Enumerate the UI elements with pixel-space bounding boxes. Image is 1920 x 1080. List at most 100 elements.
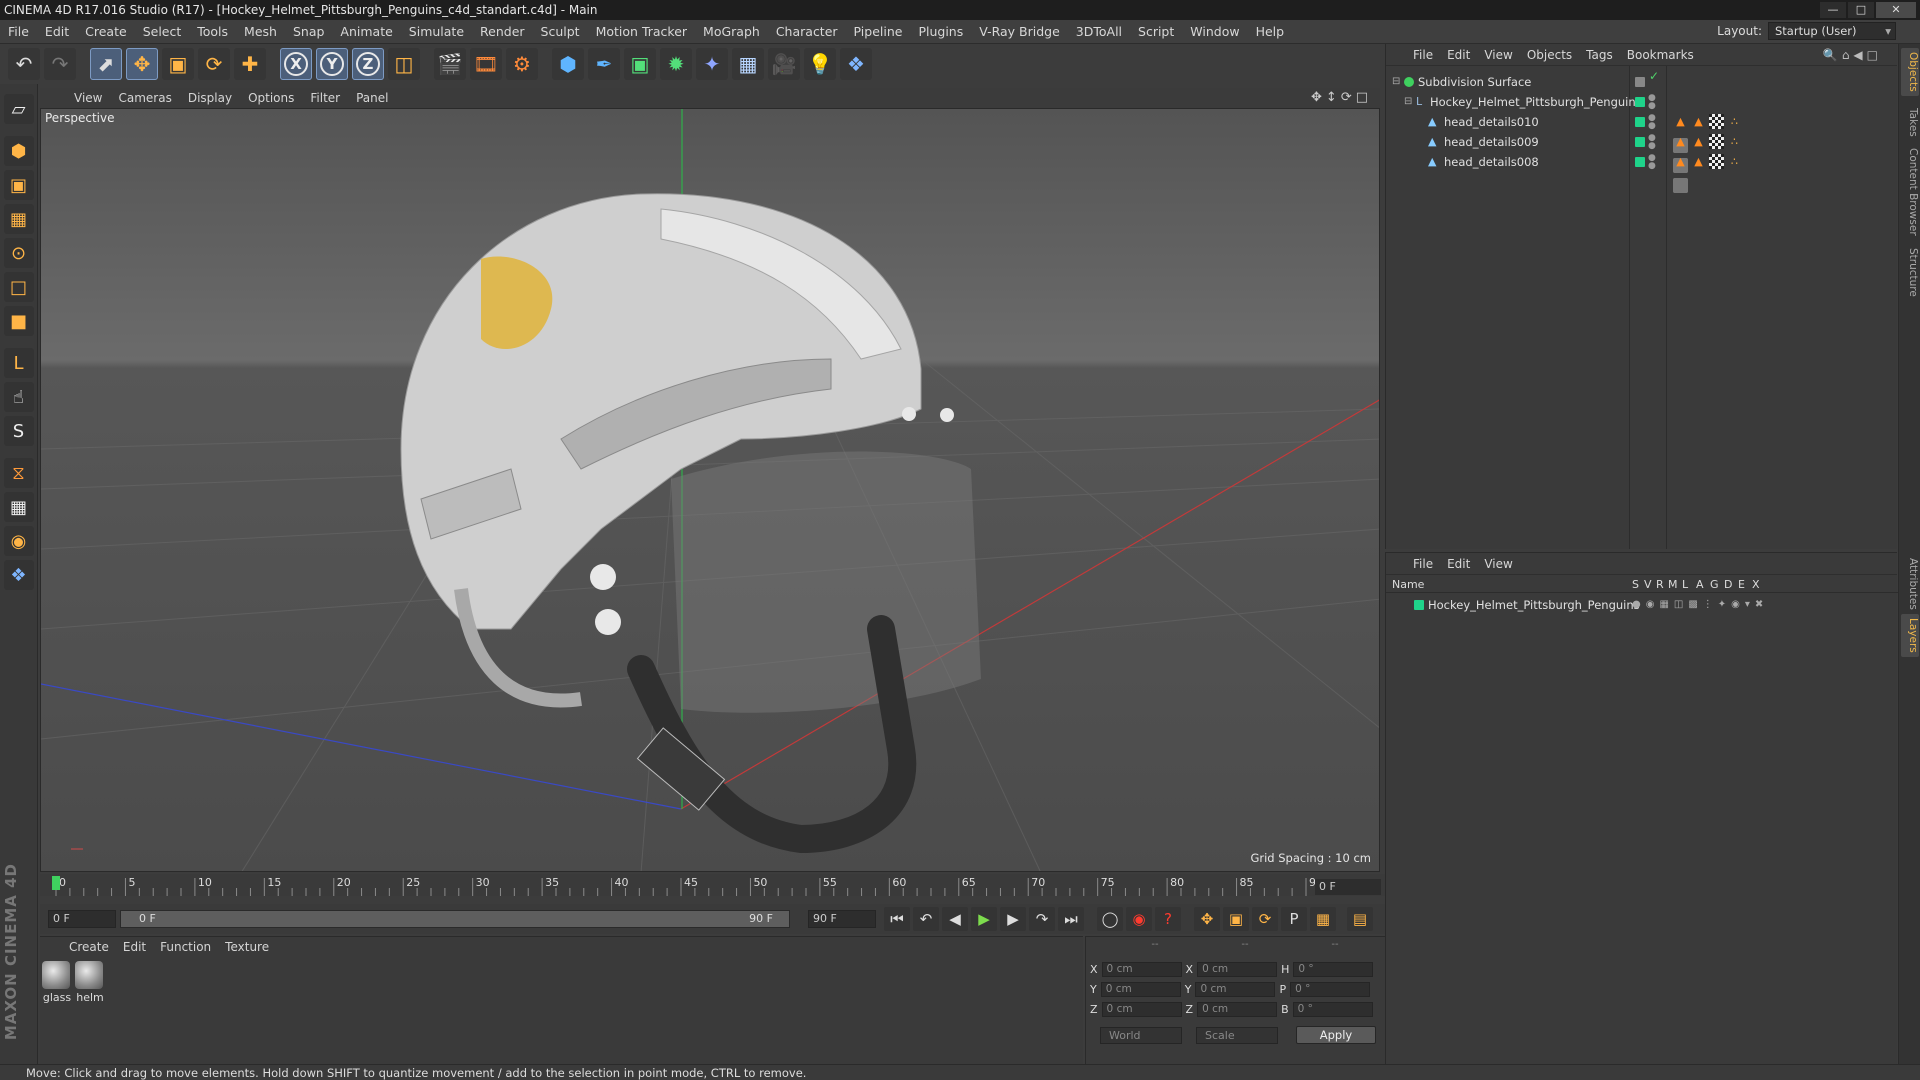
selection-tag-icon[interactable]: ∴	[1727, 114, 1742, 129]
autokey-icon[interactable]: ?	[1155, 907, 1181, 931]
prev-frame-icon[interactable]: ◀	[942, 907, 968, 931]
uvw-tag-icon[interactable]	[1709, 134, 1724, 149]
uvw-tag-icon[interactable]	[1709, 154, 1724, 169]
column-xref[interactable]: X	[1752, 577, 1760, 593]
viewport-menu-filter[interactable]: Filter	[302, 91, 348, 105]
om-menu-edit[interactable]: Edit	[1440, 48, 1477, 62]
floor-icon[interactable]: ▦	[732, 48, 764, 80]
phong-tag-icon[interactable]: ▲	[1673, 134, 1688, 149]
pen-icon[interactable]: ✒	[588, 48, 620, 80]
position-x-field[interactable]: 0 cm	[1101, 961, 1182, 977]
visibility-dots-icon[interactable]: ● ●	[1648, 94, 1656, 111]
close-button[interactable]: ✕	[1876, 2, 1916, 18]
phong-tag-icon[interactable]: ▲	[1673, 114, 1688, 129]
rotate-icon[interactable]: ⟳	[198, 48, 230, 80]
column-deformers[interactable]: D	[1724, 577, 1732, 593]
transform-icon[interactable]: ✚	[234, 48, 266, 80]
rotation-h-field[interactable]: 0 °	[1293, 961, 1374, 977]
tab-objects[interactable]: Objects	[1901, 48, 1919, 96]
lm-menu-view[interactable]: View	[1477, 557, 1519, 571]
selection-tag-icon[interactable]: ∴	[1727, 134, 1742, 149]
timeline-ruler[interactable]: 051015202530354045505560657075808590	[40, 874, 1385, 896]
record-icon[interactable]: ◉	[1126, 907, 1152, 931]
perspective-viewport[interactable]: Perspective Grid Spacing : 10 cm	[40, 108, 1380, 872]
lm-menu-edit[interactable]: Edit	[1440, 557, 1477, 571]
model-mode-icon[interactable]: ⬢	[3, 136, 34, 166]
workplane-icon[interactable]: ▦	[3, 204, 34, 234]
visibility-dots-icon[interactable]: ● ●	[1648, 154, 1656, 171]
x-axis-icon[interactable]: X	[280, 48, 312, 80]
menu-motion-tracker[interactable]: Motion Tracker	[588, 20, 695, 44]
render-picture-viewer-icon[interactable]: 🎞	[470, 48, 502, 80]
material-menu-function[interactable]: Function	[153, 940, 218, 954]
key-pla-icon[interactable]: ▦	[1310, 907, 1336, 931]
om-menu-objects[interactable]: Objects	[1520, 48, 1579, 62]
collapse-icon[interactable]: ⊟	[1404, 92, 1414, 107]
material-tag-icon[interactable]	[1673, 178, 1688, 193]
minimize-button[interactable]: —	[1820, 2, 1846, 18]
layout-dropdown[interactable]: Startup (User)	[1768, 22, 1896, 40]
om-menu-file[interactable]: File	[1406, 48, 1440, 62]
material-helm[interactable]: helm	[75, 961, 105, 1004]
phong-tag-icon[interactable]: ▲	[1691, 134, 1706, 149]
next-frame-icon[interactable]: ▶	[1000, 907, 1026, 931]
play-icon[interactable]: ▶	[971, 907, 997, 931]
python-icon[interactable]: ❖	[840, 48, 872, 80]
grid-snap-icon[interactable]: ▦	[3, 492, 34, 522]
go-to-end-icon[interactable]: ⏭	[1058, 907, 1084, 931]
object-row[interactable]: ▲ head_details010 ● ● ▲ ▲ ∴	[1386, 112, 1898, 153]
layer-color-swatch[interactable]	[1635, 157, 1645, 167]
column-animation[interactable]: A	[1696, 577, 1704, 593]
frame-range-slider[interactable]: 0 F 90 F	[120, 910, 790, 928]
om-toolbar-icons[interactable]: 🔍⌂◀□	[1816, 48, 1889, 62]
object-row[interactable]: ▲ head_details009 ● ● ▲ ▲ ∴	[1386, 132, 1898, 173]
size-x-field[interactable]: 0 cm	[1197, 961, 1278, 977]
key-rotation-icon[interactable]: ⟳	[1252, 907, 1278, 931]
column-manager[interactable]: M	[1668, 577, 1678, 593]
end-frame-field[interactable]: 90 F	[808, 910, 876, 928]
column-locked[interactable]: L	[1682, 577, 1688, 593]
go-to-start-icon[interactable]: ⏮	[884, 907, 910, 931]
tweak-mode-icon[interactable]: ☝	[3, 382, 34, 412]
select-arrow-icon[interactable]: ⬈	[90, 48, 122, 80]
current-frame-field[interactable]: 0 F	[1315, 879, 1381, 895]
object-row[interactable]: ▲ head_details008 ● ● ▲ ▲ ∴	[1386, 152, 1898, 193]
menu-character[interactable]: Character	[768, 20, 846, 44]
cloner-icon[interactable]: ✹	[660, 48, 692, 80]
cube-icon[interactable]: ⬢	[552, 48, 584, 80]
layer-color-swatch[interactable]	[1635, 77, 1645, 87]
viewport-menu-display[interactable]: Display	[180, 91, 240, 105]
maximize-button[interactable]: □	[1848, 2, 1874, 18]
playhead[interactable]	[52, 876, 60, 890]
make-editable-icon[interactable]: ▱	[3, 94, 34, 124]
material-menu-texture[interactable]: Texture	[218, 940, 276, 954]
menu-sculpt[interactable]: Sculpt	[533, 20, 588, 44]
snap-icon[interactable]: S	[3, 416, 34, 446]
phong-tag-icon[interactable]: ▲	[1691, 154, 1706, 169]
scale-icon[interactable]: ▣	[162, 48, 194, 80]
key-position-icon[interactable]: ✥	[1194, 907, 1220, 931]
viewport-nav-icons[interactable]: ✥↕⟳□	[1311, 90, 1372, 105]
layer-color-swatch[interactable]	[1414, 600, 1424, 610]
position-y-field[interactable]: 0 cm	[1100, 981, 1181, 997]
tab-structure[interactable]: Structure	[1901, 244, 1919, 301]
next-key-icon[interactable]: ↷	[1029, 907, 1055, 931]
column-render[interactable]: R	[1656, 577, 1664, 593]
column-generators[interactable]: G	[1710, 577, 1719, 593]
menu-create[interactable]: Create	[77, 20, 135, 44]
z-axis-icon[interactable]: Z	[352, 48, 384, 80]
om-menu-tags[interactable]: Tags	[1579, 48, 1620, 62]
tab-layers[interactable]: Layers	[1901, 614, 1919, 657]
apply-button[interactable]: Apply	[1296, 1026, 1376, 1044]
keyframe-selection-icon[interactable]: ◯	[1097, 907, 1123, 931]
menu-window[interactable]: Window	[1182, 20, 1247, 44]
visibility-dots-icon[interactable]: ● ●	[1648, 134, 1656, 151]
menu-select[interactable]: Select	[135, 20, 190, 44]
menu-mograph[interactable]: MoGraph	[695, 20, 768, 44]
collapse-icon[interactable]: ⊟	[1392, 72, 1402, 87]
light-icon[interactable]: 💡	[804, 48, 836, 80]
magnet-icon[interactable]: ⧖	[3, 458, 34, 488]
camera-icon[interactable]: 🎥	[768, 48, 800, 80]
menu-animate[interactable]: Animate	[332, 20, 400, 44]
edges-mode-icon[interactable]: □	[3, 272, 34, 302]
